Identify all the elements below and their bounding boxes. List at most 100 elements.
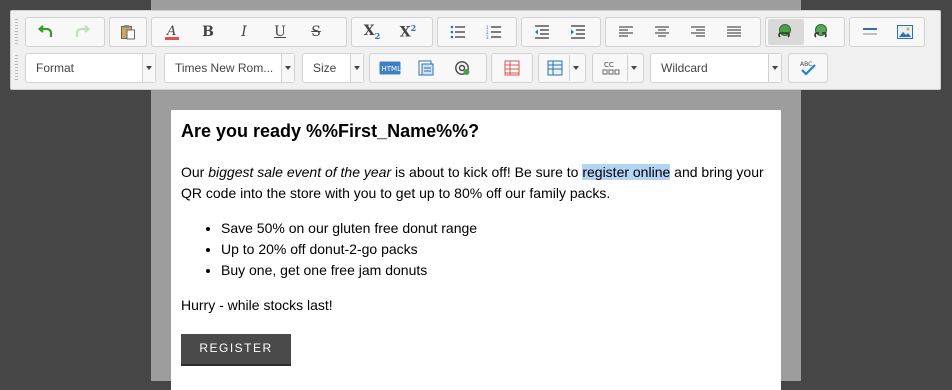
chevron-down-icon[interactable] <box>142 54 155 82</box>
at-sign-icon <box>455 61 470 75</box>
strikethrough-button[interactable]: S <box>298 19 334 45</box>
redo-button[interactable] <box>64 19 100 45</box>
text-color-button[interactable]: A <box>154 19 190 45</box>
spellcheck-group: ABC <box>788 53 828 83</box>
image-button[interactable] <box>887 19 922 45</box>
font-select[interactable]: Times New Rom... <box>164 53 295 83</box>
size-select[interactable]: Size <box>302 53 364 83</box>
svg-text:3: 3 <box>486 35 489 39</box>
format-select-value: Format <box>36 61 75 75</box>
intro-text-2: is about to kick off! Be sure to <box>391 164 583 180</box>
text-color-icon: A <box>165 24 179 40</box>
list-item: Save 50% on our gluten free donut range <box>221 218 771 239</box>
bulleted-list-button[interactable] <box>440 19 476 45</box>
underline-button[interactable]: U <box>262 19 298 45</box>
justify-button[interactable] <box>716 19 752 45</box>
numbered-list-button[interactable]: 123 <box>476 19 512 45</box>
email-body[interactable]: Are you ready %%First_Name%%? Our bigges… <box>171 110 781 390</box>
layout-button[interactable] <box>541 55 569 81</box>
numbered-list-icon: 123 <box>486 25 501 39</box>
carbon-copy-group: CC <box>592 53 644 83</box>
spellcheck-icon: ABC <box>800 61 816 76</box>
indent-icon <box>571 25 585 39</box>
align-group <box>605 17 761 47</box>
image-icon <box>896 25 913 39</box>
history-group <box>25 17 105 47</box>
email-heading: Are you ready %%First_Name%%? <box>181 121 480 141</box>
paste-button[interactable] <box>112 19 144 45</box>
html-source-button[interactable]: HTML <box>372 55 408 81</box>
bold-button[interactable]: B <box>190 19 226 45</box>
toolbar-grip[interactable] <box>15 19 18 45</box>
templates-button[interactable] <box>408 55 444 81</box>
list-item: Buy one, get one free jam donuts <box>221 260 771 281</box>
chevron-down-icon[interactable] <box>569 55 582 81</box>
chevron-down-icon[interactable] <box>281 54 294 82</box>
intro-text-1: Our <box>181 164 209 180</box>
closing-text: Hurry - while stocks last! <box>181 297 333 313</box>
link-button[interactable] <box>768 19 804 45</box>
align-left-icon <box>619 26 633 37</box>
templates-icon <box>418 60 434 76</box>
link-icon <box>778 24 791 38</box>
indent-button[interactable] <box>560 19 596 45</box>
insert-group <box>849 17 925 47</box>
svg-text:ABC: ABC <box>800 61 812 68</box>
justify-icon <box>727 26 741 37</box>
align-center-icon <box>655 26 669 37</box>
intro-emphasis: biggest sale event of the year <box>208 164 392 180</box>
unlink-button[interactable] <box>804 19 840 45</box>
outdent-button[interactable] <box>524 19 560 45</box>
svg-text:HTML: HTML <box>382 65 402 73</box>
superscript-button[interactable]: X2 <box>390 19 426 45</box>
list-group: 123 <box>437 17 517 47</box>
outdent-icon <box>535 25 549 39</box>
superscript-icon: X2 <box>399 23 417 41</box>
redo-icon <box>75 25 90 37</box>
link-group <box>765 17 845 47</box>
font-select-value: Times New Rom... <box>175 61 274 75</box>
subscript-button[interactable]: X2 <box>354 19 390 45</box>
intro-paragraph: Our biggest sale event of the year is ab… <box>181 162 771 204</box>
chevron-down-icon[interactable] <box>350 54 363 82</box>
wildcard-select[interactable]: Wildcard <box>650 53 782 83</box>
undo-button[interactable] <box>28 19 64 45</box>
align-left-button[interactable] <box>608 19 644 45</box>
chevron-down-icon[interactable] <box>627 55 640 81</box>
format-select[interactable]: Format <box>25 53 156 83</box>
carbon-copy-icon: CC <box>602 61 620 75</box>
horizontal-rule-icon <box>862 28 877 35</box>
horizontal-rule-button[interactable] <box>852 19 887 45</box>
svg-text:A: A <box>166 24 176 39</box>
layout-icon <box>547 60 563 76</box>
indent-group <box>521 17 601 47</box>
editor-toolbar: A B I U S X2 X2 123 Format Times New Rom… <box>10 10 941 90</box>
chevron-down-icon[interactable] <box>768 54 781 82</box>
carbon-copy-button[interactable]: CC <box>595 55 627 81</box>
unlink-icon <box>814 24 827 38</box>
offer-list: Save 50% on our gluten free donut range … <box>181 218 771 281</box>
size-select-value: Size <box>313 61 337 75</box>
svg-text:CC: CC <box>604 61 614 69</box>
script-group: X2 X2 <box>351 17 433 47</box>
text-style-group: A B I U S <box>151 17 347 47</box>
selected-text[interactable]: register online <box>582 164 671 180</box>
list-item: Up to 20% off donut-2-go packs <box>221 239 771 260</box>
source-group: HTML <box>369 53 487 83</box>
table-button[interactable] <box>494 55 530 81</box>
spellcheck-button[interactable]: ABC <box>791 55 825 81</box>
special-char-button[interactable] <box>444 55 480 81</box>
toolbar-grip[interactable] <box>15 55 18 81</box>
layout-group <box>538 53 586 83</box>
undo-icon <box>38 25 53 37</box>
align-center-button[interactable] <box>644 19 680 45</box>
italic-button[interactable]: I <box>226 19 262 45</box>
register-button[interactable]: REGISTER <box>181 334 291 366</box>
clipboard-group <box>109 17 147 47</box>
html-icon: HTML <box>379 61 401 75</box>
subscript-icon: X2 <box>363 23 381 41</box>
align-right-icon <box>691 26 705 37</box>
align-right-button[interactable] <box>680 19 716 45</box>
bulleted-list-icon <box>450 25 465 39</box>
table-icon <box>504 60 520 76</box>
